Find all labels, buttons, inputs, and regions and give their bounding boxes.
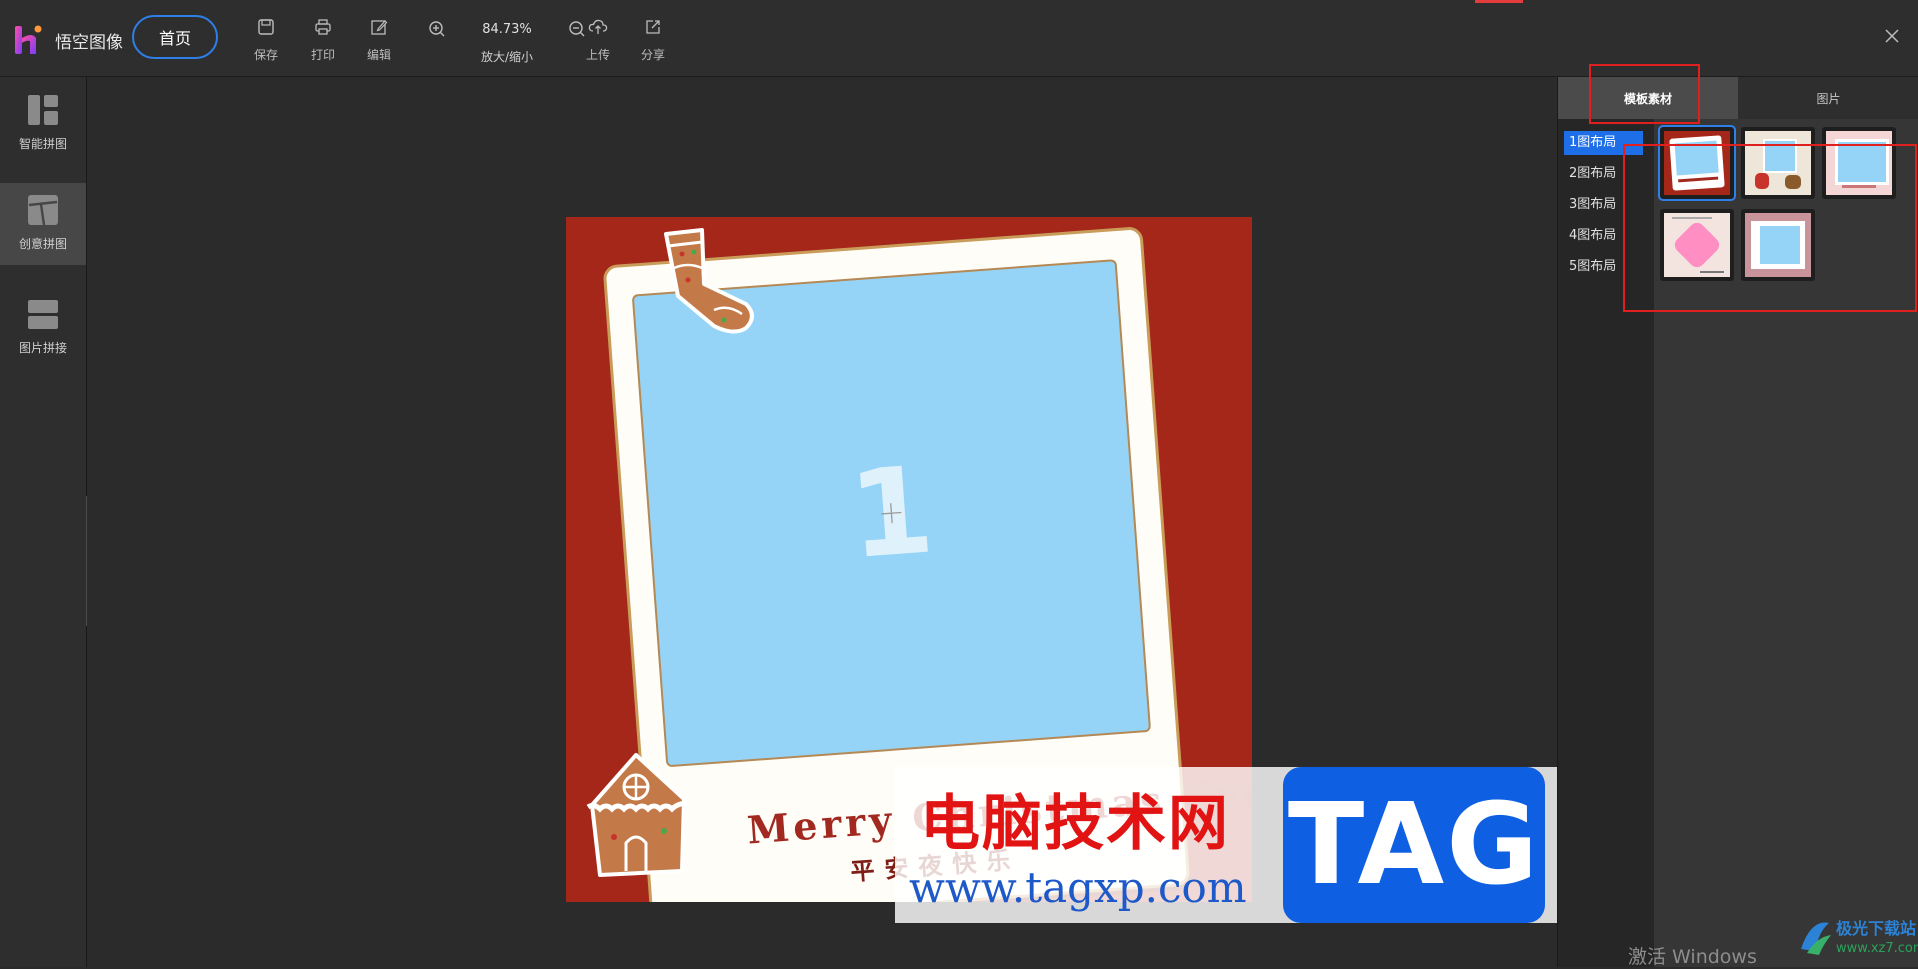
- gingerbread-house-icon: [586, 753, 689, 877]
- sidebar-item-image-stitch[interactable]: 图片拼接: [0, 287, 86, 369]
- template-thumbnails: [1654, 119, 1918, 967]
- creative-collage-icon: [28, 195, 58, 226]
- sidebar-label-image-stitch: 图片拼接: [18, 341, 67, 355]
- share-button[interactable]: 分享: [641, 18, 665, 63]
- sidebar-item-creative-collage[interactable]: 创意拼图: [0, 183, 86, 265]
- watermark-tag-logo: TAG: [1283, 767, 1545, 923]
- xz-logo-icon: [1801, 922, 1831, 955]
- activate-windows-text: 激活 Windows: [1628, 946, 1757, 968]
- sidebar-item-smart-collage[interactable]: 智能拼图: [0, 83, 86, 165]
- edit-label: 编辑: [367, 48, 392, 62]
- xz-site-name: 极光下载站: [1836, 919, 1917, 938]
- layout-item-1[interactable]: 1图布局: [1564, 131, 1643, 155]
- zoom-control: 84.73% 放大/缩小: [428, 18, 586, 65]
- panel-tabs: 模板素材 图片: [1558, 77, 1918, 119]
- save-label: 保存: [254, 48, 279, 62]
- upload-button[interactable]: 上传: [586, 18, 610, 63]
- zoom-value: 84.73%: [482, 21, 532, 37]
- layout-item-3[interactable]: 3图布局: [1564, 193, 1643, 217]
- save-button[interactable]: 保存: [254, 18, 278, 63]
- app-title: 悟空图像: [55, 33, 123, 53]
- template-thumbnail[interactable]: [1658, 125, 1736, 201]
- canvas-area: 1 Merry Christmas Eve 平安夜快乐 电脑技术网 www.t: [87, 77, 1557, 967]
- layout-item-5[interactable]: 5图布局: [1564, 255, 1643, 279]
- left-sidebar: 智能拼图 创意拼图 图片拼接: [0, 77, 87, 967]
- image-stitch-icon: [28, 300, 58, 329]
- zoom-out-icon[interactable]: [568, 20, 586, 38]
- watermark: 电脑技术网 www.tagxp.com TAG: [895, 767, 1557, 923]
- layout-item-2[interactable]: 2图布局: [1564, 162, 1643, 186]
- template-thumbnail[interactable]: [1822, 127, 1896, 199]
- layout-item-4[interactable]: 4图布局: [1564, 224, 1643, 248]
- layout-list: 1图布局 2图布局 3图布局 4图布局 5图布局: [1558, 119, 1654, 967]
- watermark-site-name: 电脑技术网: [920, 789, 1230, 859]
- template-thumbnail[interactable]: [1660, 209, 1734, 281]
- crosshair-icon: [881, 503, 902, 524]
- save-icon: [258, 19, 274, 35]
- tab-template-material[interactable]: 模板素材: [1558, 77, 1738, 119]
- share-icon: [646, 20, 660, 34]
- sidebar-label-smart-collage: 智能拼图: [18, 137, 67, 151]
- zoom-in-icon[interactable]: [428, 20, 446, 38]
- template-thumbnail[interactable]: [1741, 127, 1815, 199]
- sidebar-label-creative-collage: 创意拼图: [18, 237, 67, 251]
- edit-icon: [371, 20, 388, 35]
- right-panel: 模板素材 图片 1图布局 2图布局 3图布局 4图布局 5图布局: [1557, 77, 1918, 967]
- zoom-label: 放大/缩小: [480, 50, 534, 64]
- share-label: 分享: [641, 48, 666, 62]
- top-toolbar: 悟空图像 首页 保存 打印 编辑 84.73% 放大/缩小 上传 分享: [0, 0, 1918, 77]
- xz-site-url: www.xz7.com: [1836, 941, 1918, 956]
- top-accent-bar: [1475, 0, 1523, 3]
- gingerbread-stocking-icon: [664, 228, 754, 334]
- printer-icon: [315, 19, 331, 35]
- print-label: 打印: [311, 48, 336, 62]
- cloud-upload-icon: [588, 19, 608, 34]
- home-button[interactable]: 首页: [132, 15, 218, 59]
- template-thumbnail[interactable]: [1741, 209, 1815, 281]
- app-logo-icon: [15, 25, 42, 54]
- tab-images[interactable]: 图片: [1738, 77, 1918, 119]
- upload-label: 上传: [586, 48, 611, 62]
- close-icon[interactable]: [1882, 26, 1902, 46]
- watermark-url: www.tagxp.com: [909, 863, 1247, 912]
- edit-button[interactable]: 编辑: [367, 18, 391, 63]
- smart-collage-icon: [28, 95, 58, 125]
- print-button[interactable]: 打印: [311, 18, 335, 63]
